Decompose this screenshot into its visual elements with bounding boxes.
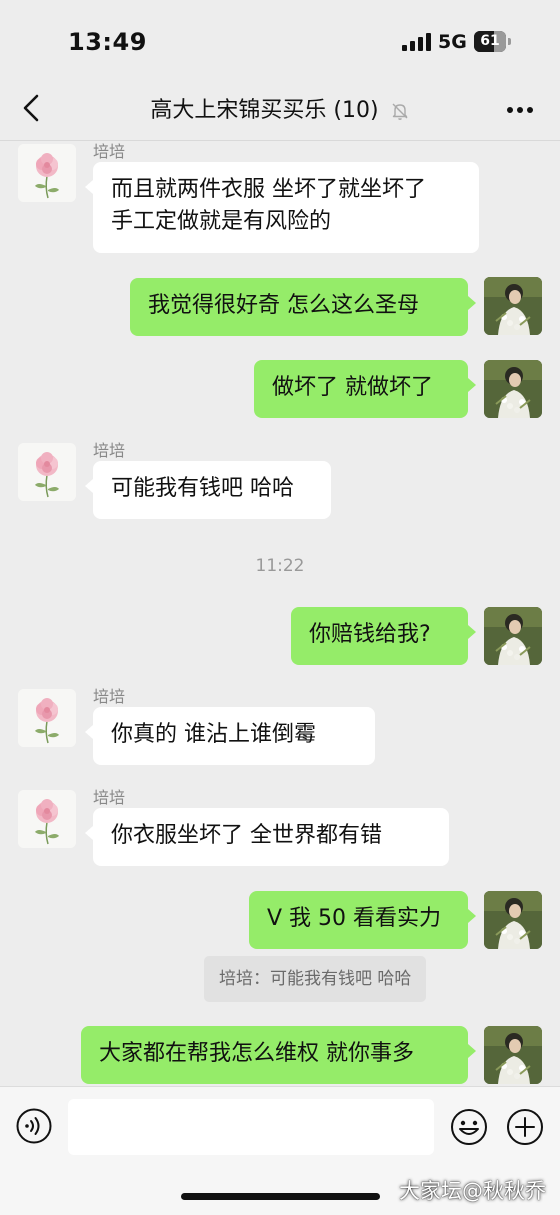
message-bubble[interactable]: 而且就两件衣服 坐坏了就坐坏了 手工定做就是有风险的 (85, 162, 479, 253)
sender-name: 培培 (93, 788, 126, 807)
avatar[interactable] (484, 891, 542, 949)
sender-name: 培培 (93, 687, 126, 706)
chat-title: 高大上宋锦买买乐 (10) (150, 98, 379, 123)
message-bubble[interactable]: 我觉得很好奇 怎么这么圣母 (130, 278, 476, 336)
message-bubble[interactable]: 你赔钱给我? (291, 607, 476, 665)
plus-icon[interactable] (506, 1108, 544, 1146)
voice-icon[interactable] (16, 1108, 52, 1144)
more-icon[interactable] (506, 106, 534, 114)
back-icon[interactable] (20, 93, 44, 123)
message-input[interactable] (68, 1099, 434, 1155)
avatar[interactable] (18, 689, 76, 747)
sender-name: 培培 (93, 441, 126, 460)
chat-title-wrap: 高大上宋锦买买乐 (10) (100, 92, 460, 124)
battery-level: 61 (480, 33, 500, 49)
message-line: 而且就两件衣服 坐坏了就坐坏了 (111, 177, 426, 202)
battery-icon: 61 (474, 31, 512, 52)
message-bubble[interactable]: 大家都在帮我怎么维权 就你事多 (81, 1026, 476, 1084)
time-divider: 11:22 (255, 556, 305, 576)
avatar[interactable] (484, 1026, 542, 1084)
message-list[interactable]: 培培 而且就两件衣服 坐坏了就坐坏了 手工定做就是有风险的 我觉得很好奇 怎么这… (0, 140, 560, 1086)
message-bubble[interactable]: 可能我有钱吧 哈哈 (85, 461, 331, 519)
avatar[interactable] (18, 790, 76, 848)
home-indicator[interactable] (181, 1193, 380, 1200)
network-label: 5G (438, 31, 467, 53)
avatar[interactable] (484, 607, 542, 665)
status-bar: 13:49 5G 61 (0, 0, 560, 80)
message-bubble[interactable]: 你衣服坐坏了 全世界都有错 (85, 808, 449, 866)
message-bubble[interactable]: 你真的 谁沾上谁倒霉 (85, 707, 375, 765)
status-time: 13:49 (68, 28, 147, 56)
mute-bell-icon (392, 103, 408, 120)
quoted-message[interactable]: 培培：可能我有钱吧 哈哈 (204, 956, 427, 1002)
message-bubble[interactable]: 做坏了 就做坏了 (254, 360, 476, 418)
chat-header: 高大上宋锦买买乐 (10) (0, 80, 560, 141)
avatar[interactable] (484, 277, 542, 335)
message-line: 手工定做就是有风险的 (111, 209, 332, 234)
watermark: 大家坛@秋秋乔 (399, 1179, 546, 1203)
avatar[interactable] (18, 144, 76, 202)
emoji-icon[interactable] (450, 1108, 488, 1146)
avatar[interactable] (18, 443, 76, 501)
signal-icon (402, 33, 431, 51)
message-bubble[interactable]: V 我 50 看看实力 (249, 891, 476, 949)
sender-name: 培培 (93, 142, 126, 161)
avatar[interactable] (484, 360, 542, 418)
